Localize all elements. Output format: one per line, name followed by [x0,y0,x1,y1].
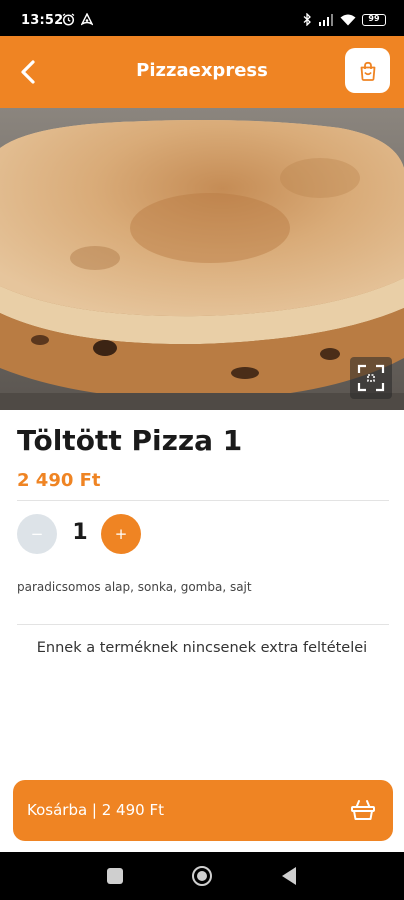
increase-quantity-button[interactable]: + [101,514,141,554]
divider [17,624,389,625]
product-price: 2 490 Ft [17,470,101,491]
product-image [0,108,404,410]
system-nav-bar [0,852,404,900]
fullscreen-button[interactable] [350,357,392,399]
back-icon[interactable] [282,867,296,885]
status-bar: 13:52 99 [0,0,404,36]
app-bar: Pizzaexpress [0,36,404,108]
battery-icon: 99 [362,13,386,26]
app-title: Pizzaexpress [136,60,268,81]
alarm-icon [62,13,75,26]
status-time: 13:52 [21,13,64,28]
extras-note: Ennek a terméknek nincsenek extra feltét… [36,640,368,656]
product-name: Töltött Pizza 1 [17,424,243,457]
product-ingredients: paradicsomos alap, sonka, gomba, sajt [17,580,252,594]
decrease-quantity-button[interactable]: − [17,514,57,554]
bluetooth-icon [303,13,312,26]
app-notification-icon [81,13,93,26]
basket-icon [351,800,375,820]
home-icon[interactable] [192,866,212,886]
divider [17,500,389,501]
recent-apps-icon[interactable] [107,868,123,884]
shopping-bag-icon [360,61,375,81]
battery-level: 99 [368,13,380,23]
signal-icon [318,13,334,26]
calzone-photo [0,108,404,410]
wifi-icon [340,14,356,26]
expand-icon [357,364,385,392]
cart-button[interactable] [345,48,390,93]
add-to-cart-label: Kosárba | 2 490 Ft [27,801,164,819]
add-to-cart-button[interactable]: Kosárba | 2 490 Ft [13,780,393,841]
quantity-value: 1 [72,520,88,545]
